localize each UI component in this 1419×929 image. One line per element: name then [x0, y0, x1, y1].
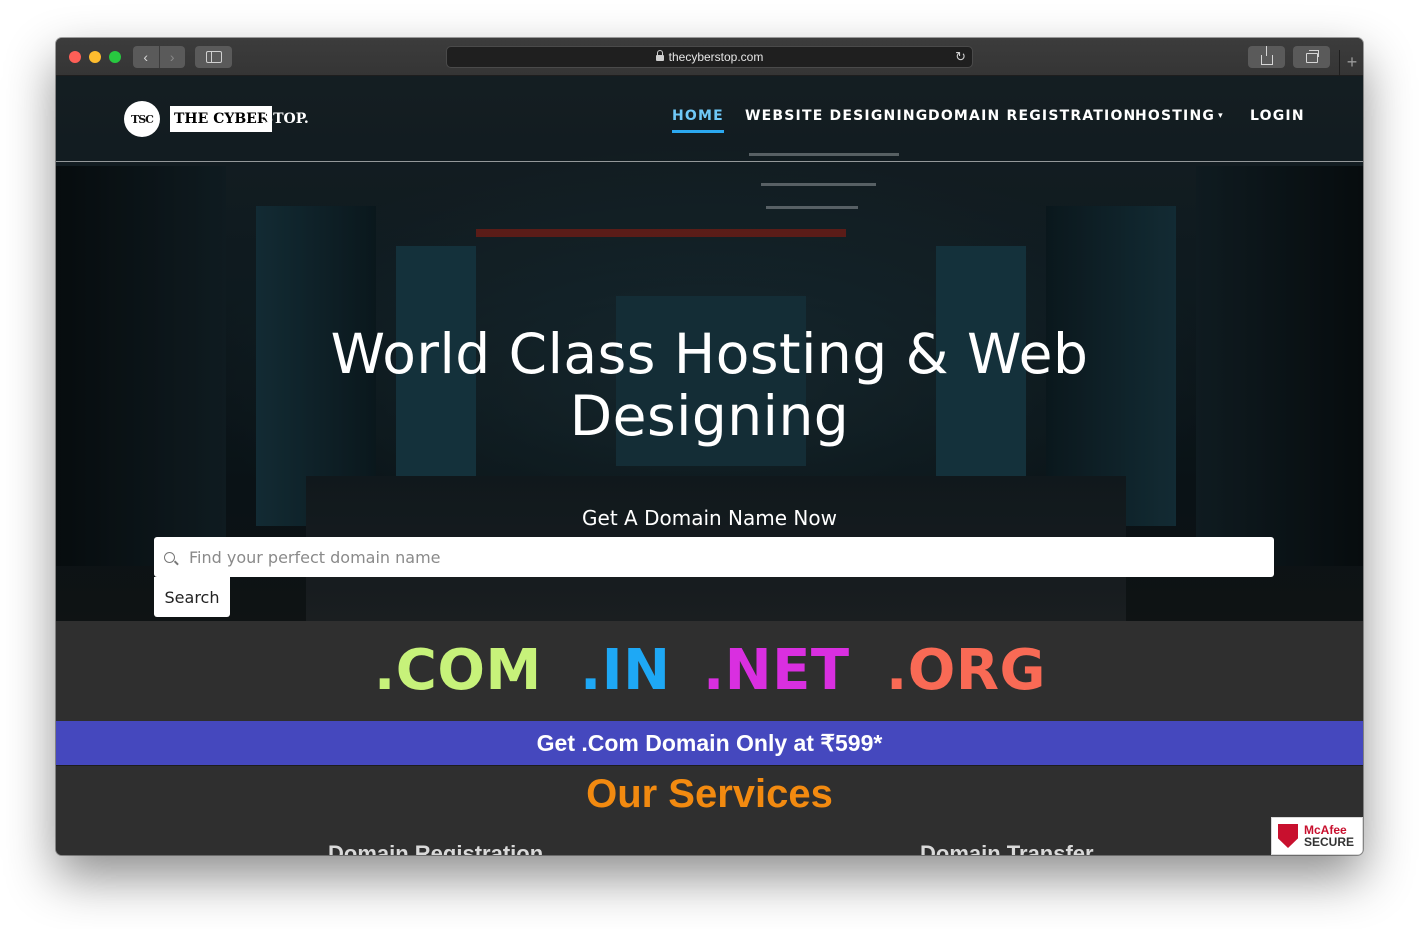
chevron-down-icon: ▾ — [1218, 111, 1224, 121]
logo-text-rest[interactable]: STOP. — [263, 106, 309, 132]
shield-icon — [1278, 824, 1298, 848]
services-section: Our Services Domain Registration Domain … — [56, 765, 1363, 855]
service-heading-domain-registration: Domain Registration — [328, 841, 544, 855]
hero-subtitle: Get A Domain Name Now — [582, 506, 837, 530]
browser-titlebar: ‹ › thecyberstop.com ↻ + — [56, 38, 1363, 76]
domain-search-box — [154, 537, 1274, 577]
lock-icon — [655, 50, 664, 61]
address-bar[interactable]: thecyberstop.com ↻ — [446, 46, 973, 68]
mcafee-secure-badge[interactable]: McAfee SECURE — [1271, 817, 1363, 855]
tld-in: .IN — [580, 638, 671, 703]
nav-item-home[interactable]: HOME — [672, 108, 724, 133]
hero-section: TSC THE CYBER STOP. HOME WEBSITE DESIGNI… — [56, 76, 1363, 621]
history-nav-group: ‹ › — [133, 46, 185, 68]
tld-net: .NET — [703, 638, 850, 703]
promo-banner[interactable]: Get .Com Domain Only at ₹599* — [56, 721, 1363, 765]
domain-search-input[interactable] — [187, 537, 1274, 577]
close-window-button[interactable] — [69, 51, 81, 63]
sidebar-icon — [205, 51, 222, 63]
back-button[interactable]: ‹ — [133, 46, 159, 68]
mcafee-badge-text: McAfee SECURE — [1304, 824, 1354, 848]
maximize-window-button[interactable] — [109, 51, 121, 63]
tld-com: .COM — [374, 638, 542, 703]
tabs-icon — [1305, 50, 1319, 63]
hero-title: World Class Hosting & Web Designing — [56, 323, 1363, 447]
hero-title-line2: Designing — [569, 384, 850, 448]
mcafee-label: SECURE — [1304, 835, 1355, 849]
hero-title-line1: World Class Hosting & Web — [330, 322, 1089, 386]
nav-item-login[interactable]: LOGIN — [1250, 108, 1305, 124]
logo-text-boxed[interactable]: THE CYBER — [170, 106, 273, 132]
page-viewport: TSC THE CYBER STOP. HOME WEBSITE DESIGNI… — [56, 76, 1363, 855]
site-navbar: TSC THE CYBER STOP. HOME WEBSITE DESIGNI… — [56, 76, 1363, 162]
nav-item-hosting-label: HOSTING — [1135, 108, 1216, 124]
sidebar-toggle-button[interactable] — [195, 46, 232, 68]
new-tab-button[interactable]: + — [1339, 50, 1363, 75]
nav-item-hosting[interactable]: HOSTING ▾ — [1135, 108, 1224, 124]
service-heading-domain-transfer: Domain Transfer — [920, 841, 1094, 855]
reload-icon[interactable]: ↻ — [955, 50, 966, 64]
share-icon — [1260, 46, 1273, 65]
tld-band: .COM .IN .NET .ORG — [56, 621, 1363, 721]
tld-org: .ORG — [886, 638, 1046, 703]
browser-window: ‹ › thecyberstop.com ↻ + TSC THE CYBER S… — [56, 38, 1363, 855]
minimize-window-button[interactable] — [89, 51, 101, 63]
search-icon — [164, 551, 175, 563]
nav-item-website-designing[interactable]: WEBSITE DESIGNING — [745, 108, 928, 124]
show-tabs-button[interactable] — [1293, 46, 1330, 68]
url-text: thecyberstop.com — [668, 50, 764, 64]
logo-mark[interactable]: TSC — [124, 101, 160, 137]
share-button[interactable] — [1248, 46, 1285, 68]
forward-button[interactable]: › — [158, 46, 186, 68]
nav-item-domain-registration[interactable]: DOMAIN REGISTRATION — [928, 108, 1136, 124]
search-button[interactable]: Search — [154, 577, 230, 617]
services-title: Our Services — [586, 772, 833, 816]
